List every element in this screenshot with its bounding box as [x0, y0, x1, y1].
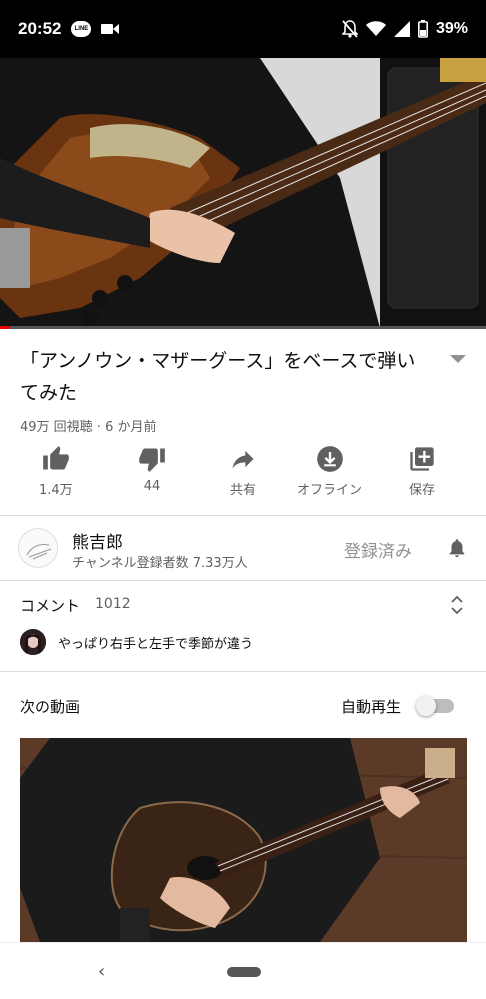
expand-description-icon[interactable]	[450, 355, 466, 363]
download-icon	[316, 446, 343, 472]
video-frame	[0, 58, 486, 328]
autoplay-toggle[interactable]	[416, 696, 456, 716]
autoplay-label: 自動再生	[341, 698, 402, 716]
channel-row[interactable]: 熊吉郎 チャンネル登録者数 7.33万人 登録済み	[0, 516, 486, 580]
commenter-avatar	[20, 629, 46, 655]
video-title: 「アンノウン・マザーグース」をベースで弾いてみた	[20, 350, 416, 404]
unfold-icon[interactable]	[450, 595, 464, 615]
back-icon[interactable]: ‹	[98, 961, 105, 982]
save-label: 保存	[408, 483, 435, 498]
top-comment: やっぱり右手と左手で季節が違う	[58, 637, 254, 652]
home-pill-icon[interactable]	[227, 967, 261, 977]
save-button[interactable]: 保存	[408, 445, 436, 498]
signal-icon	[393, 21, 410, 37]
video-progress-bar[interactable]	[0, 326, 486, 329]
video-player[interactable]	[0, 58, 486, 328]
playlist-add-icon	[410, 447, 434, 471]
offline-label: オフライン	[297, 483, 363, 498]
autoplay-toggle-knob	[416, 696, 436, 716]
channel-name[interactable]: 熊吉郎	[72, 528, 123, 553]
next-video-thumbnail[interactable]	[20, 738, 467, 942]
wifi-icon	[365, 21, 386, 36]
share-icon	[232, 450, 254, 469]
up-next-header: 次の動画 自動再生	[0, 672, 486, 732]
battery-percent: 39%	[435, 20, 468, 37]
system-nav-bar: ‹	[0, 942, 486, 999]
video-progress-fill	[0, 326, 10, 329]
like-count: 1.4万	[39, 483, 73, 498]
video-meta: 49万 回視聴 · 6 か月前	[20, 420, 157, 435]
thumbnail-image	[20, 738, 467, 942]
status-bar: 20:52 LINE 39%	[0, 0, 486, 58]
up-next-title: 次の動画	[20, 698, 81, 716]
video-title-row[interactable]: 「アンノウン・マザーグース」をベースで弾いてみた	[20, 345, 466, 409]
video-actions: 1.4万 44 共有 オフライン 保存	[0, 445, 486, 513]
comments-title: コメント	[20, 597, 81, 615]
dislike-count: 44	[143, 479, 161, 494]
share-button[interactable]: 共有	[229, 445, 257, 498]
thumb-down-icon	[139, 448, 165, 472]
status-time: 20:52	[18, 19, 62, 38]
share-label: 共有	[229, 483, 256, 498]
offline-button[interactable]: オフライン	[297, 445, 362, 498]
notifications-off-icon	[341, 20, 358, 38]
battery-icon	[417, 20, 428, 38]
dislike-button[interactable]: 44	[138, 445, 166, 494]
comments-count: 1012	[95, 596, 131, 612]
channel-logo-icon	[26, 544, 52, 560]
bell-icon[interactable]	[446, 536, 468, 560]
video-camera-icon	[101, 24, 120, 34]
like-button[interactable]: 1.4万	[39, 445, 73, 498]
channel-avatar[interactable]	[18, 528, 58, 568]
line-icon: LINE	[71, 21, 92, 37]
comments-section[interactable]: コメント 1012 やっぱり右手と左手で季節が違う	[0, 581, 486, 671]
thumb-up-icon	[43, 446, 69, 470]
subscribed-button[interactable]: 登録済み	[344, 537, 412, 562]
channel-subscribers: チャンネル登録者数 7.33万人	[72, 556, 248, 571]
